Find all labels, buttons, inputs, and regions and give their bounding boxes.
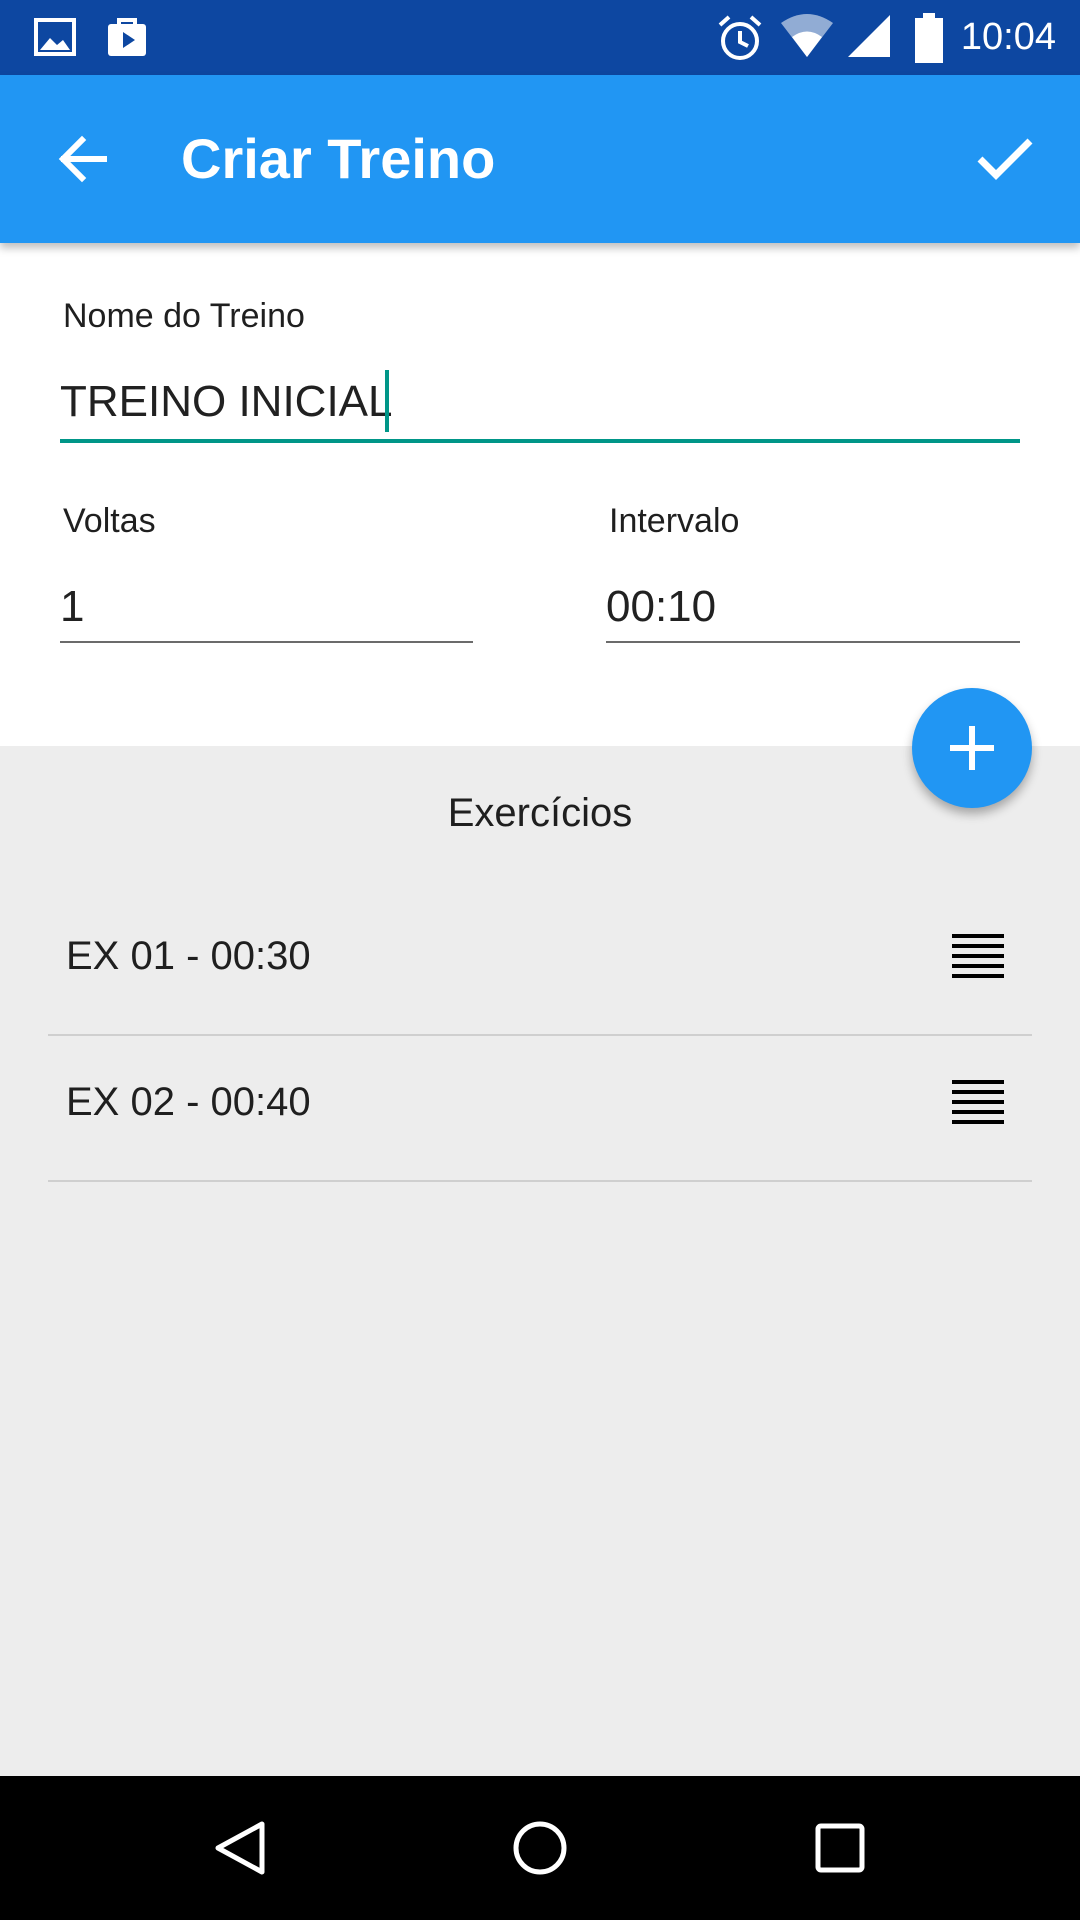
signal-icon [848,15,890,57]
image-icon [34,18,76,56]
arrow-back-icon[interactable] [50,125,118,193]
app-bar: Criar Treino [0,75,1080,243]
battery-icon [915,13,943,63]
nav-recents-icon[interactable] [804,1812,876,1884]
nav-home-icon[interactable] [504,1812,576,1884]
nav-back-icon[interactable] [204,1812,276,1884]
laps-input[interactable] [60,579,472,635]
interval-label: Intervalo [609,502,740,540]
drag-handle-icon[interactable] [950,1076,1006,1124]
workout-name-label: Nome do Treino [63,297,305,335]
check-icon[interactable] [970,123,1040,193]
wifi-icon [781,14,833,57]
text-cursor [385,370,389,432]
laps-label: Voltas [63,502,156,540]
play-store-icon [108,18,146,56]
exercise-label: EX 02 - 00:40 [66,1080,311,1124]
status-time: 10:04 [960,16,1056,58]
navigation-bar [0,1776,1080,1920]
exercise-label: EX 01 - 00:30 [66,934,311,978]
add-icon [950,726,994,770]
interval-input[interactable] [606,579,1018,635]
laps-underline [60,641,473,643]
alarm-icon [718,15,762,60]
exercise-list: EX 01 - 00:30 EX 02 - 00:40 [48,890,1032,1182]
drag-handle-icon[interactable] [950,930,1006,978]
status-bar: 10:04 [0,0,1080,75]
list-item[interactable]: EX 02 - 00:40 [48,1036,1032,1182]
workout-name-underline [60,439,1020,443]
page-title: Criar Treino [181,127,496,190]
add-exercise-button[interactable] [912,688,1032,808]
list-item[interactable]: EX 01 - 00:30 [48,890,1032,1036]
workout-name-input[interactable] [60,374,440,430]
workout-form: Nome do Treino Voltas Intervalo [0,243,1080,746]
interval-underline [606,641,1020,643]
